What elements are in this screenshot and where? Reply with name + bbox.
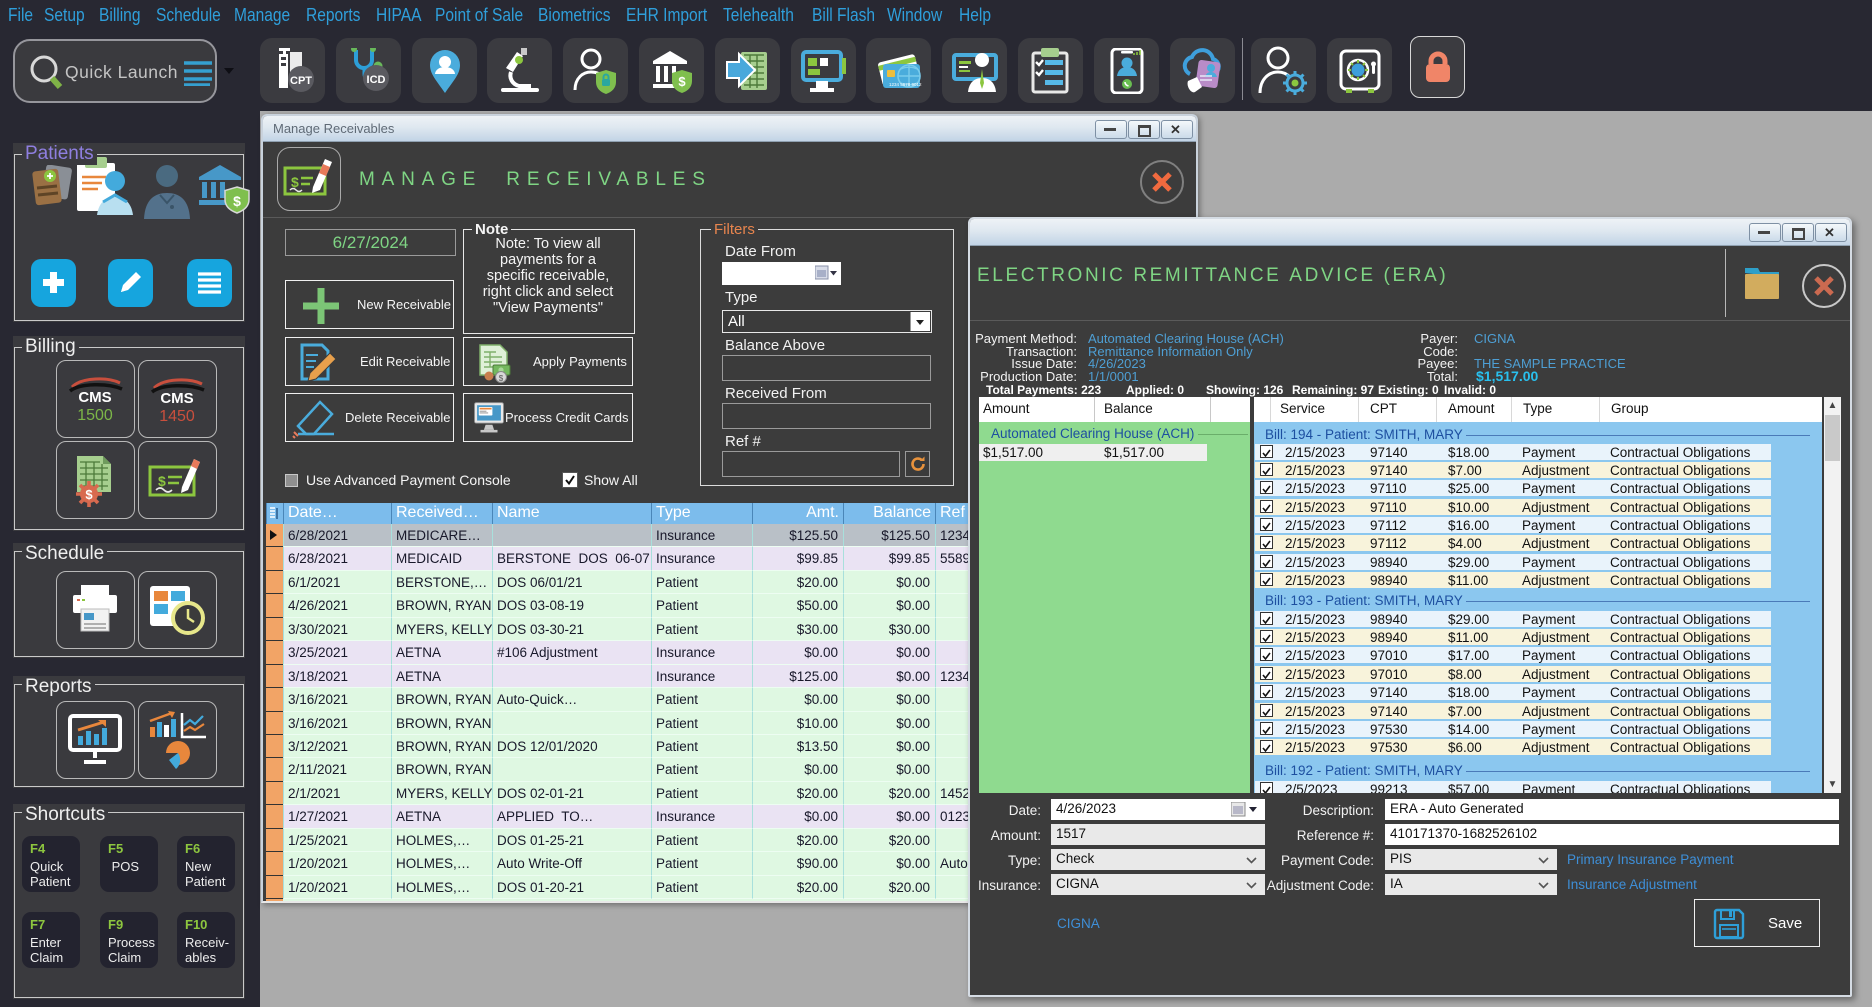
svg-text:$: $ <box>499 374 504 383</box>
svg-text:$: $ <box>158 473 166 489</box>
svg-text:1500: 1500 <box>77 407 113 424</box>
svg-text:$: $ <box>233 193 241 209</box>
svg-text:$: $ <box>678 74 686 89</box>
svg-text:CPT: CPT <box>290 75 312 87</box>
svg-text:CMS: CMS <box>78 389 111 406</box>
svg-text:CMS: CMS <box>160 390 193 407</box>
svg-text:1234 5678 9012: 1234 5678 9012 <box>889 82 922 87</box>
svg-text:1450: 1450 <box>159 408 195 425</box>
svg-text:$: $ <box>291 174 299 190</box>
svg-text:ICD: ICD <box>366 74 385 86</box>
svg-text:$: $ <box>85 487 93 502</box>
